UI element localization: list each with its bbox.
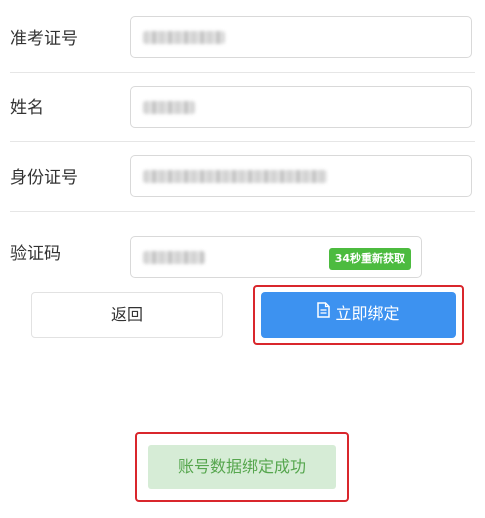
code-value-redacted [143, 251, 205, 264]
name-label: 姓名 [10, 98, 44, 118]
name-input[interactable] [130, 86, 472, 128]
document-icon [317, 291, 331, 335]
exam-id-input[interactable] [130, 16, 472, 58]
divider [10, 72, 475, 73]
id-card-label: 身份证号 [10, 168, 78, 188]
resend-code-button[interactable]: 34秒重新获取 [328, 248, 411, 270]
divider [10, 211, 475, 212]
exam-id-value-redacted [143, 31, 225, 44]
success-message: 账号数据绑定成功 [148, 445, 336, 489]
code-label: 验证码 [10, 244, 61, 264]
id-card-input[interactable] [130, 155, 472, 197]
name-value-redacted [143, 101, 195, 114]
id-card-value-redacted [143, 170, 327, 183]
bind-now-button[interactable]: 立即绑定 [261, 292, 456, 338]
back-button[interactable]: 返回 [31, 292, 223, 338]
exam-id-label: 准考证号 [10, 29, 78, 49]
code-input[interactable]: 34秒重新获取 [130, 236, 422, 278]
bind-now-label: 立即绑定 [335, 304, 400, 323]
divider [10, 141, 475, 142]
